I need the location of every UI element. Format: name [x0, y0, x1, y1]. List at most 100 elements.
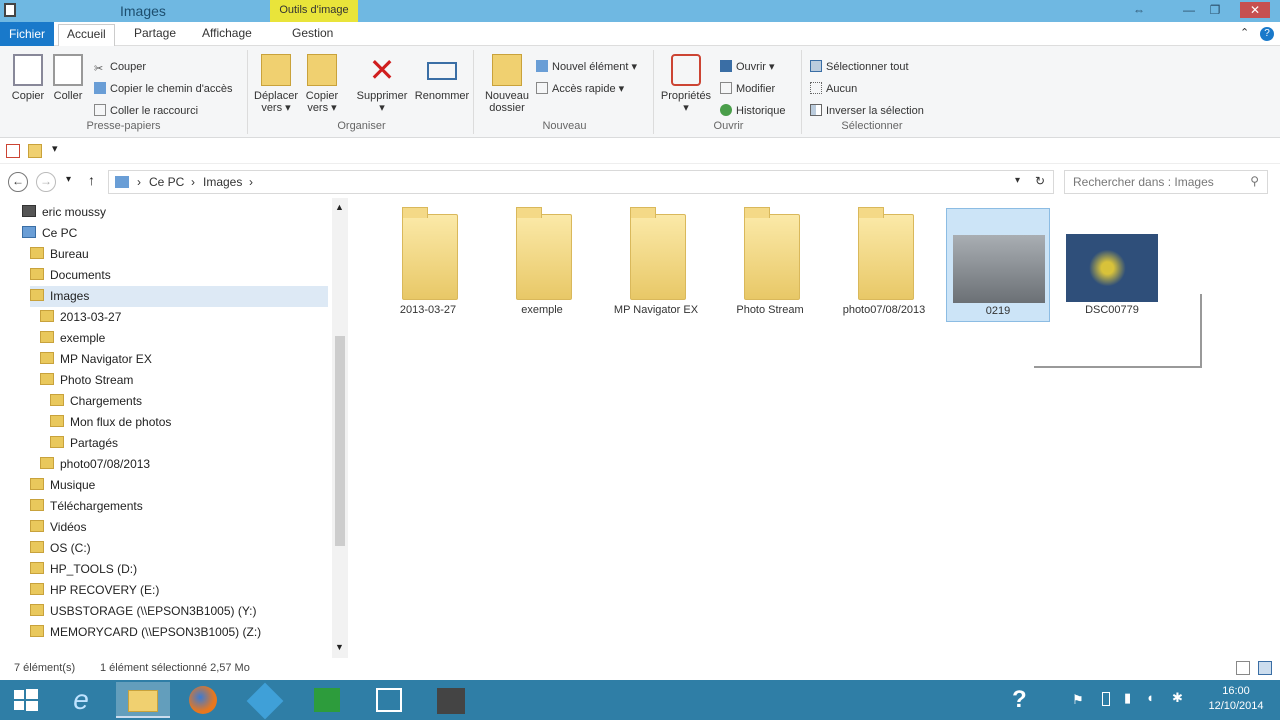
volume-icon[interactable]: ◖: [1146, 690, 1154, 705]
tree-item[interactable]: Chargements: [50, 391, 328, 412]
tree-item[interactable]: OS (C:): [30, 538, 328, 559]
tree-item[interactable]: MEMORYCARD (\\EPSON3B1005) (Z:): [30, 622, 328, 643]
folder-tile[interactable]: exemple: [490, 207, 594, 322]
nav-scrollbar[interactable]: ▲ ▼: [332, 198, 348, 658]
taskbar-app[interactable]: [240, 682, 290, 720]
folder-icon: [30, 583, 44, 595]
help-icon[interactable]: ?: [1260, 27, 1274, 41]
clock[interactable]: 16:00 12/10/2014: [1196, 684, 1276, 714]
taskbar-file-explorer[interactable]: [116, 682, 170, 718]
maximize-button[interactable]: ❐: [1206, 2, 1224, 18]
properties-quick-icon[interactable]: [6, 144, 20, 158]
new-folder-quick-icon[interactable]: [28, 144, 42, 158]
history-button[interactable]: Historique: [720, 102, 786, 120]
search-input[interactable]: Rechercher dans : Images ⚲: [1064, 170, 1268, 194]
tree-item[interactable]: Photo Stream: [40, 370, 328, 391]
customize-dropdown-icon[interactable]: ▾: [52, 142, 58, 155]
delete-button[interactable]: ✕ Supprimer ▾: [354, 54, 410, 114]
open-button[interactable]: Ouvrir ▾: [720, 58, 775, 76]
copy-button[interactable]: Copier: [6, 54, 50, 102]
scroll-thumb[interactable]: [335, 336, 345, 546]
cut-button[interactable]: ✂ Couper: [94, 58, 146, 76]
help-tray-icon[interactable]: ?: [1012, 686, 1034, 713]
tree-item[interactable]: Partagés: [50, 433, 328, 454]
large-icons-view-icon[interactable]: [1258, 661, 1272, 675]
tree-item[interactable]: Images: [30, 286, 328, 307]
tree-item[interactable]: Vidéos: [30, 517, 328, 538]
rename-button[interactable]: Renommer: [414, 54, 470, 102]
tab-share[interactable]: Partage: [134, 26, 176, 40]
copy-path-button[interactable]: Copier le chemin d'accès: [94, 80, 233, 98]
easy-access-icon: [536, 82, 548, 94]
copy-to-button[interactable]: Copier vers ▾: [300, 54, 344, 114]
tab-manage[interactable]: Gestion: [292, 26, 333, 40]
properties-button[interactable]: Propriétés ▾: [660, 54, 712, 114]
tree-item-label: Mon flux de photos: [70, 415, 172, 429]
breadcrumb-ce-pc[interactable]: Ce PC: [149, 175, 184, 189]
taskbar-store[interactable]: [302, 682, 352, 718]
scroll-up-icon[interactable]: ▲: [335, 202, 344, 212]
folder-tile[interactable]: photo07/08/2013: [832, 207, 936, 322]
taskbar-media-app[interactable]: [426, 682, 476, 718]
tree-item[interactable]: HP RECOVERY (E:): [30, 580, 328, 601]
breadcrumb-images[interactable]: Images: [203, 175, 242, 189]
folder-tile[interactable]: Photo Stream: [718, 207, 822, 322]
tree-item[interactable]: HP_TOOLS (D:): [30, 559, 328, 580]
tree-item[interactable]: photo07/08/2013: [40, 454, 328, 475]
tree-item[interactable]: Ce PC: [22, 223, 328, 244]
tree-item[interactable]: USBSTORAGE (\\EPSON3B1005) (Y:): [30, 601, 328, 622]
tab-file[interactable]: Fichier: [0, 22, 54, 46]
select-none-button[interactable]: Aucun: [810, 80, 857, 98]
address-dropdown-icon[interactable]: ▾: [1015, 175, 1020, 186]
new-folder-button[interactable]: Nouveau dossier: [482, 54, 532, 114]
edit-button[interactable]: Modifier: [720, 80, 775, 98]
flag-icon[interactable]: ⚑: [1072, 692, 1084, 708]
tree-item[interactable]: MP Navigator EX: [40, 349, 328, 370]
refresh-icon[interactable]: ↻: [1035, 174, 1045, 188]
ribbon-toggle-icon[interactable]: ⇔: [1130, 2, 1148, 18]
folder-tile[interactable]: 2013-03-27: [376, 207, 480, 322]
details-view-icon[interactable]: [1236, 661, 1250, 675]
app-icon[interactable]: [4, 3, 16, 17]
network-icon[interactable]: ▮: [1124, 690, 1131, 706]
minimize-button[interactable]: —: [1180, 2, 1198, 18]
tree-item[interactable]: Documents: [30, 265, 328, 286]
tab-home[interactable]: Accueil: [58, 24, 115, 46]
taskbar-internet-explorer[interactable]: e: [56, 682, 106, 718]
move-to-button[interactable]: Déplacer vers ▾: [254, 54, 298, 114]
chevron-up-icon[interactable]: ⌃: [1240, 26, 1249, 39]
battery-icon[interactable]: [1102, 692, 1110, 706]
tree-item[interactable]: 2013-03-27: [40, 307, 328, 328]
tree-item[interactable]: Bureau: [30, 244, 328, 265]
easy-access-button[interactable]: Accès rapide ▾: [536, 80, 624, 98]
taskbar-firefox[interactable]: [178, 682, 228, 718]
bluetooth-icon[interactable]: ✱: [1172, 690, 1183, 706]
forward-icon[interactable]: →: [36, 172, 56, 192]
paste-button[interactable]: Coller: [46, 54, 90, 102]
tree-item[interactable]: Téléchargements: [30, 496, 328, 517]
file-name: MP Navigator EX: [613, 304, 699, 316]
invert-selection-button[interactable]: Inverser la sélection: [810, 102, 924, 120]
select-all-button[interactable]: Sélectionner tout: [810, 58, 909, 76]
folder-icon: [30, 499, 44, 511]
tree-item-label: MP Navigator EX: [60, 352, 152, 366]
close-button[interactable]: ✕: [1240, 2, 1270, 18]
tree-item[interactable]: Mon flux de photos: [50, 412, 328, 433]
address-bar[interactable]: › Ce PC › Images › ▾ ↻: [108, 170, 1054, 194]
paste-shortcut-button[interactable]: Coller le raccourci: [94, 102, 198, 120]
tree-item[interactable]: Musique: [30, 475, 328, 496]
taskbar-photos[interactable]: [364, 682, 414, 718]
tree-item[interactable]: eric moussy: [22, 202, 328, 223]
recent-dropdown-icon[interactable]: ▾: [66, 174, 71, 185]
tab-view[interactable]: Affichage: [202, 26, 252, 40]
folder-tile[interactable]: MP Navigator EX: [604, 207, 708, 322]
context-tab-image-tools[interactable]: Outils d'image: [270, 0, 358, 22]
up-arrow-icon[interactable]: ↑: [88, 172, 95, 188]
tree-item[interactable]: exemple: [40, 328, 328, 349]
new-item-button[interactable]: Nouvel élément ▾: [536, 58, 637, 76]
start-button[interactable]: [0, 682, 52, 718]
tree-item-label: Bureau: [50, 247, 89, 261]
tree-item-label: 2013-03-27: [60, 310, 122, 324]
back-icon[interactable]: ←: [8, 172, 28, 192]
scroll-down-icon[interactable]: ▼: [335, 642, 344, 652]
